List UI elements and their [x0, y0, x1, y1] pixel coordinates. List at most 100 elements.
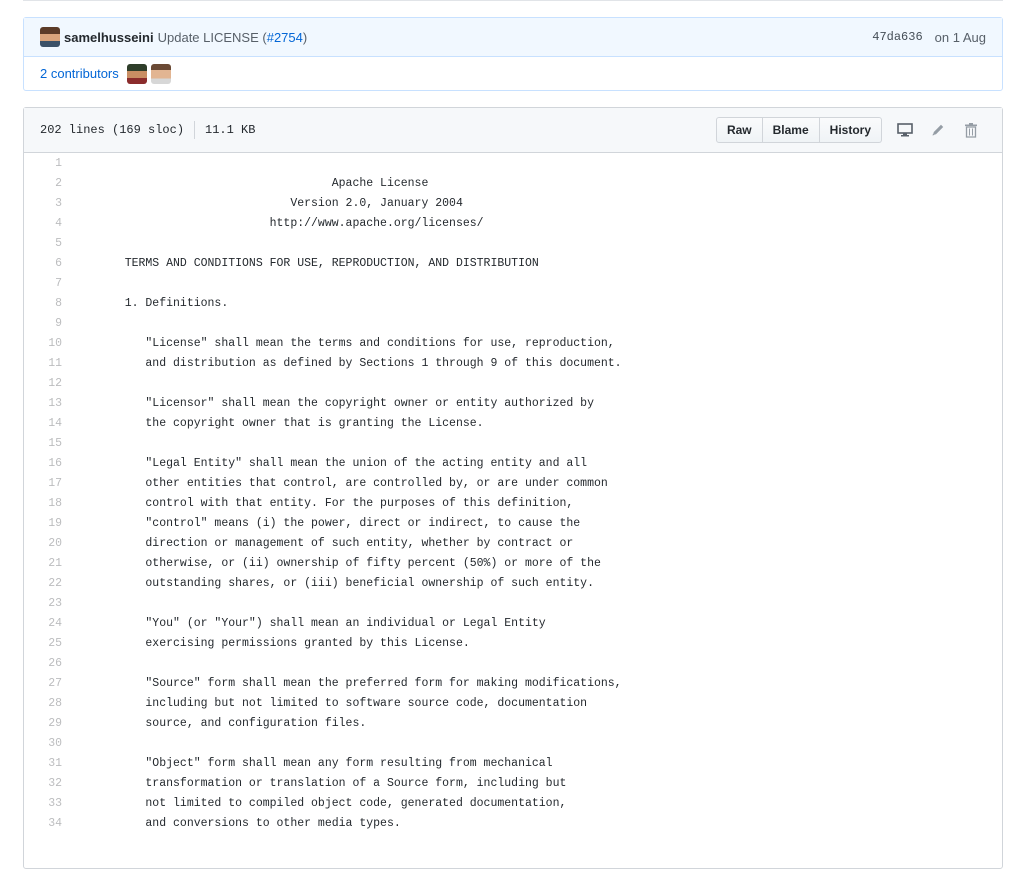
line-number[interactable]: 26 — [24, 657, 62, 670]
code-line: 22 outstanding shares, or (iii) benefici… — [24, 573, 1002, 593]
code-line: 21 otherwise, or (ii) ownership of fifty… — [24, 553, 1002, 573]
line-text: "control" means (i) the power, direct or… — [104, 516, 581, 530]
line-number[interactable]: 6 — [24, 257, 62, 270]
line-text: "Licensor" shall mean the copyright owne… — [104, 396, 594, 410]
desktop-icon[interactable] — [890, 117, 920, 143]
blame-button[interactable]: Blame — [762, 117, 820, 143]
code-line: 26 — [24, 653, 1002, 673]
code-line: 7 — [24, 273, 1002, 293]
author-avatar[interactable] — [40, 27, 60, 47]
line-number[interactable]: 18 — [24, 497, 62, 510]
code-line: 8 1. Definitions. — [24, 293, 1002, 313]
line-number[interactable]: 34 — [24, 817, 62, 830]
pencil-icon[interactable] — [923, 117, 953, 143]
line-number[interactable]: 32 — [24, 777, 62, 790]
line-number[interactable]: 31 — [24, 757, 62, 770]
code-line: 34 and conversions to other media types. — [24, 813, 1002, 833]
line-number[interactable]: 30 — [24, 737, 62, 750]
line-text: including but not limited to software so… — [104, 696, 588, 710]
top-divider — [23, 0, 1003, 1]
code-line: 16 "Legal Entity" shall mean the union o… — [24, 453, 1002, 473]
raw-button[interactable]: Raw — [715, 117, 763, 143]
pull-request-link[interactable]: #2754 — [267, 30, 303, 45]
code-line: 29 source, and configuration files. — [24, 713, 1002, 733]
line-number[interactable]: 2 — [24, 177, 62, 190]
line-text: and distribution as defined by Sections … — [104, 356, 622, 370]
line-number[interactable]: 17 — [24, 477, 62, 490]
line-number[interactable]: 24 — [24, 617, 62, 630]
line-number[interactable]: 15 — [24, 437, 62, 450]
line-number[interactable]: 20 — [24, 537, 62, 550]
code-line: 6 TERMS AND CONDITIONS FOR USE, REPRODUC… — [24, 253, 1002, 273]
line-number[interactable]: 3 — [24, 197, 62, 210]
line-text: exercising permissions granted by this L… — [104, 636, 470, 650]
file-size: 11.1 KB — [205, 123, 256, 137]
line-number[interactable]: 11 — [24, 357, 62, 370]
trash-icon[interactable] — [956, 117, 986, 143]
code-line: 32 transformation or translation of a So… — [24, 773, 1002, 793]
line-number[interactable]: 8 — [24, 297, 62, 310]
latest-commit-box: samelhusseini Update LICENSE (#2754) 47d… — [23, 17, 1003, 91]
code-line: 2 Apache License — [24, 173, 1002, 193]
line-number[interactable]: 27 — [24, 677, 62, 690]
contributor-avatar[interactable] — [126, 63, 147, 84]
line-number[interactable]: 10 — [24, 337, 62, 350]
line-text: direction or management of such entity, … — [104, 536, 574, 550]
line-text: not limited to compiled object code, gen… — [104, 796, 567, 810]
code-line: 28 including but not limited to software… — [24, 693, 1002, 713]
line-number[interactable]: 19 — [24, 517, 62, 530]
line-number[interactable]: 9 — [24, 317, 62, 330]
line-number[interactable]: 21 — [24, 557, 62, 570]
contributors-link[interactable]: 2 contributors — [40, 66, 119, 81]
line-number[interactable]: 29 — [24, 717, 62, 730]
code-line: 1 — [24, 153, 1002, 173]
code-line: 11 and distribution as defined by Sectio… — [24, 353, 1002, 373]
commit-sha-link[interactable]: 47da636 — [872, 30, 922, 44]
line-number[interactable]: 12 — [24, 377, 62, 390]
code-line: 5 — [24, 233, 1002, 253]
line-text: TERMS AND CONDITIONS FOR USE, REPRODUCTI… — [104, 256, 539, 270]
code-line: 30 — [24, 733, 1002, 753]
file-line-count: 202 lines (169 sloc) — [40, 123, 185, 137]
line-text: "Legal Entity" shall mean the union of t… — [104, 456, 588, 470]
line-text: outstanding shares, or (iii) beneficial … — [104, 576, 594, 590]
commit-message-end: ) — [302, 29, 308, 45]
code-line: 3 Version 2.0, January 2004 — [24, 193, 1002, 213]
line-number[interactable]: 16 — [24, 457, 62, 470]
line-number[interactable]: 33 — [24, 797, 62, 810]
file-viewer: 202 lines (169 sloc) 11.1 KB Raw Blame H… — [23, 107, 1003, 869]
line-text: otherwise, or (ii) ownership of fifty pe… — [104, 556, 601, 570]
line-text: Apache License — [104, 176, 429, 190]
code-line: 15 — [24, 433, 1002, 453]
file-info-divider — [194, 121, 196, 139]
code-line: 33 not limited to compiled object code, … — [24, 793, 1002, 813]
line-text: control with that entity. For the purpos… — [104, 496, 574, 510]
line-text: the copyright owner that is granting the… — [104, 416, 484, 430]
line-number[interactable]: 4 — [24, 217, 62, 230]
code-line: 17 other entities that control, are cont… — [24, 473, 1002, 493]
line-number[interactable]: 7 — [24, 277, 62, 290]
line-number[interactable]: 22 — [24, 577, 62, 590]
commit-tease: samelhusseini Update LICENSE (#2754) 47d… — [24, 18, 1002, 57]
line-number[interactable]: 28 — [24, 697, 62, 710]
commit-message-text[interactable]: Update LICENSE ( — [158, 30, 267, 45]
code-line: 23 — [24, 593, 1002, 613]
line-text: source, and configuration files. — [104, 716, 367, 730]
line-number[interactable]: 1 — [24, 157, 62, 170]
line-text: Version 2.0, January 2004 — [104, 196, 463, 210]
line-number[interactable]: 25 — [24, 637, 62, 650]
line-number[interactable]: 13 — [24, 397, 62, 410]
file-info: 202 lines (169 sloc) 11.1 KB — [40, 121, 255, 139]
line-number[interactable]: 14 — [24, 417, 62, 430]
contributor-avatar[interactable] — [150, 63, 171, 84]
code-line: 10 "License" shall mean the terms and co… — [24, 333, 1002, 353]
commit-author-link[interactable]: samelhusseini — [64, 30, 154, 45]
commit-message[interactable]: Update LICENSE (#2754) — [158, 30, 308, 45]
code-line: 9 — [24, 313, 1002, 333]
code-line: 31 "Object" form shall mean any form res… — [24, 753, 1002, 773]
line-number[interactable]: 5 — [24, 237, 62, 250]
file-actions-group: Raw Blame History — [715, 117, 882, 143]
history-button[interactable]: History — [819, 117, 882, 143]
line-text: other entities that control, are control… — [104, 476, 608, 490]
line-number[interactable]: 23 — [24, 597, 62, 610]
